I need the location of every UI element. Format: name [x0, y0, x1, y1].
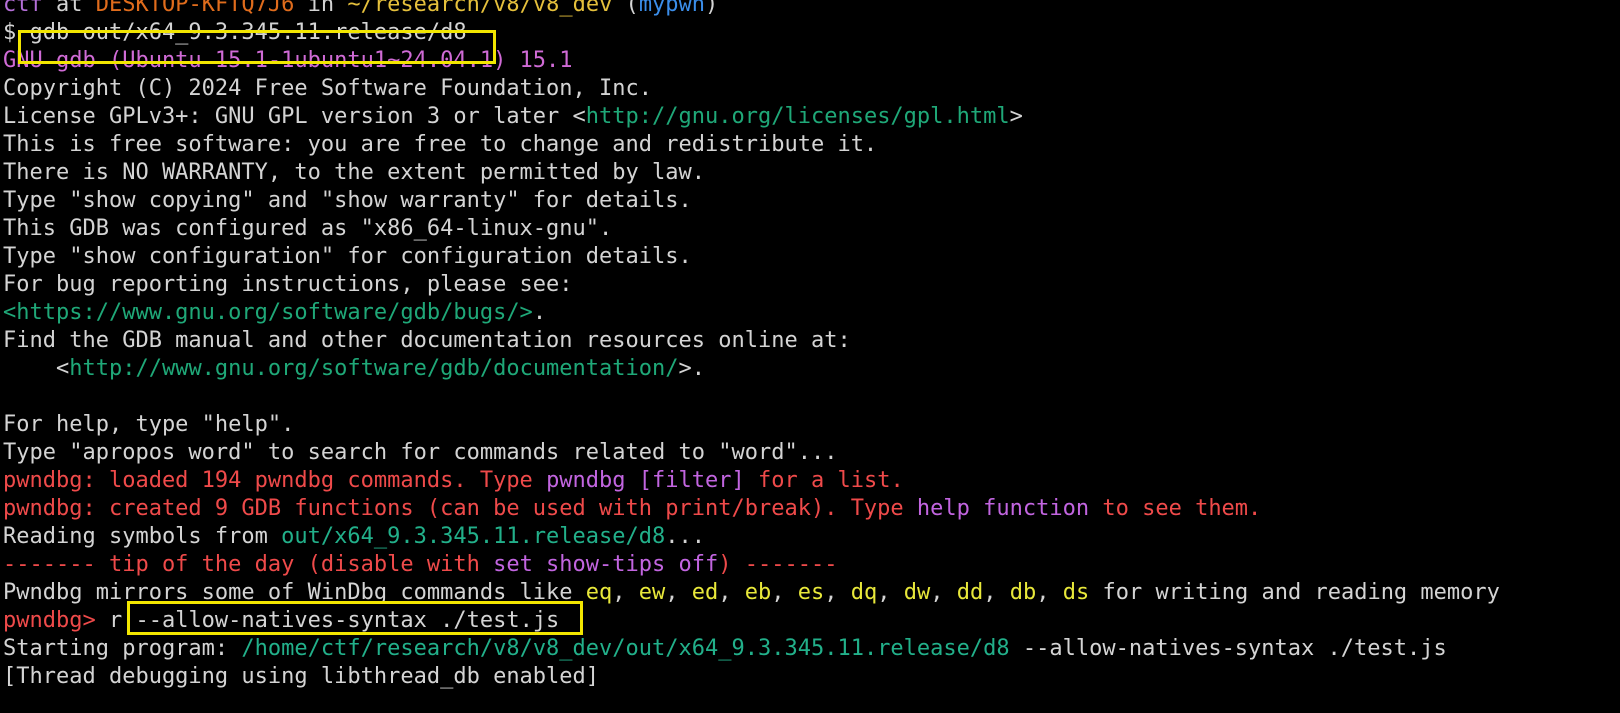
terminal-text-segment: ------- tip of the day (disable with	[3, 552, 494, 577]
terminal-text-segment: dd	[956, 580, 984, 605]
terminal-text-segment: ,	[771, 580, 798, 605]
terminal-text-segment: [Thread debugging using libthread_db ena…	[3, 664, 600, 689]
terminal-text-segment: ed	[691, 580, 719, 605]
terminal-text-segment: for a list.	[744, 468, 904, 493]
terminal-text-segment: ,	[665, 580, 692, 605]
terminal-text-segment: out/x64_9.3.345.11.release/d8	[281, 524, 666, 549]
terminal-text-segment: Starting program:	[3, 636, 242, 661]
terminal-text-segment: http://www.gnu.org/software/gdb/document…	[69, 356, 679, 381]
terminal-line: pwndbg> r --allow-natives-syntax ./test.…	[3, 607, 1620, 635]
terminal-text-segment: ,	[930, 580, 957, 605]
terminal-text-segment: at	[42, 0, 96, 17]
terminal-text-segment: ~/research/v8/v8_dev	[347, 0, 613, 17]
terminal-text-segment: $ gdb out/x64_9.3.345.11.release/d8	[3, 20, 467, 45]
terminal-line: For bug reporting instructions, please s…	[3, 271, 1620, 299]
terminal-line: Type "show configuration" for configurat…	[3, 243, 1620, 271]
terminal-text-segment: This is free software: you are free to c…	[3, 132, 878, 157]
terminal-text-segment: GNU gdb (Ubuntu 15.1-1ubuntu1~24.04.1) 1…	[3, 48, 573, 73]
terminal-line: Find the GDB manual and other documentat…	[3, 327, 1620, 355]
terminal-line: License GPLv3+: GNU GPL version 3 or lat…	[3, 103, 1620, 131]
terminal-line: Type "show copying" and "show warranty" …	[3, 187, 1620, 215]
terminal-line: This GDB was configured as "x86_64-linux…	[3, 215, 1620, 243]
terminal-line: Reading symbols from out/x64_9.3.345.11.…	[3, 523, 1620, 551]
terminal-line: GNU gdb (Ubuntu 15.1-1ubuntu1~24.04.1) 1…	[3, 47, 1620, 75]
terminal-line: $ gdb out/x64_9.3.345.11.release/d8	[3, 19, 1620, 47]
terminal-text-segment: http://gnu.org/licenses/gpl.html	[585, 104, 1010, 129]
terminal-line: For help, type "help".	[3, 411, 1620, 439]
terminal-text-segment: ,	[983, 580, 1010, 605]
terminal-text-segment: ...	[665, 524, 706, 549]
terminal-line: Copyright (C) 2024 Free Software Foundat…	[3, 75, 1620, 103]
terminal-text-segment: ) -------	[718, 552, 838, 577]
terminal-text-segment: ,	[1036, 580, 1063, 605]
terminal-line: pwndbg: created 9 GDB functions (can be …	[3, 495, 1620, 523]
terminal-text-segment: dw	[903, 580, 931, 605]
terminal-text-segment: pwndbg>	[3, 608, 109, 633]
terminal-line: Type "apropos word" to search for comman…	[3, 439, 1620, 467]
terminal-text-segment: Reading symbols from	[3, 524, 282, 549]
terminal-line: Starting program: /home/ctf/research/v8/…	[3, 635, 1620, 663]
terminal-text-segment: /home/ctf/research/v8/v8_dev/out/x64_9.3…	[241, 636, 1010, 661]
terminal-text-segment: DESKTOP-KFTQ7J6	[95, 0, 295, 17]
terminal-text-segment: ,	[824, 580, 851, 605]
terminal-text-segment: <https://www.gnu.org/software/gdb/bugs/>	[3, 300, 533, 325]
terminal-text-segment: .	[532, 300, 547, 325]
terminal-text-segment: ew	[638, 580, 666, 605]
terminal-text-segment: to see them.	[1089, 496, 1262, 521]
terminal-line: [Thread debugging using libthread_db ena…	[3, 663, 1620, 691]
terminal-text-segment: (	[612, 0, 639, 17]
terminal-text-segment: License GPLv3+: GNU GPL version 3 or lat…	[3, 104, 586, 129]
terminal-text-segment: mypwn	[638, 0, 706, 17]
terminal-line: ------- tip of the day (disable with set…	[3, 551, 1620, 579]
terminal-output[interactable]: ctf at DESKTOP-KFTQ7J6 in ~/research/v8/…	[3, 0, 1620, 691]
terminal-text-segment: Type "apropos word" to search for comman…	[3, 440, 838, 465]
terminal-text-segment: r --allow-natives-syntax ./test.js	[108, 608, 560, 633]
terminal-text-segment: es	[797, 580, 825, 605]
terminal-text-segment: For help, type "help".	[3, 412, 295, 437]
terminal-text-segment: ,	[718, 580, 745, 605]
terminal-text-segment: >.	[678, 356, 706, 381]
terminal-text-segment: pwndbg: created 9 GDB functions (can be …	[3, 496, 917, 521]
terminal-text-segment: help function	[916, 496, 1090, 521]
terminal-line: pwndbg: loaded 194 pwndbg commands. Type…	[3, 467, 1620, 495]
terminal-text-segment: pwndbg [filter]	[546, 468, 745, 493]
terminal-line: <http://www.gnu.org/software/gdb/documen…	[3, 355, 1620, 383]
terminal-line: <https://www.gnu.org/software/gdb/bugs/>…	[3, 299, 1620, 327]
terminal-text-segment: db	[1009, 580, 1037, 605]
terminal-text-segment: Pwndbg mirrors some of WinDbg commands l…	[3, 580, 586, 605]
terminal-text-segment: ,	[612, 580, 639, 605]
terminal-text-segment: eb	[744, 580, 772, 605]
terminal-text-segment: dq	[850, 580, 878, 605]
terminal-text-segment: Type "show configuration" for configurat…	[3, 244, 692, 269]
terminal-line: Pwndbg mirrors some of WinDbg commands l…	[3, 579, 1620, 607]
terminal-text-segment: ctf	[3, 0, 43, 17]
terminal-text-segment: <	[3, 356, 70, 381]
terminal-text-segment: For bug reporting instructions, please s…	[3, 272, 573, 297]
terminal-text-segment: This GDB was configured as "x86_64-linux…	[3, 216, 613, 241]
terminal-text-segment: Copyright (C) 2024 Free Software Foundat…	[3, 76, 653, 101]
terminal-text-segment: --allow-natives-syntax ./test.js	[1009, 636, 1447, 661]
terminal-text-segment: for writing and reading memory	[1089, 580, 1500, 605]
terminal-line: There is NO WARRANTY, to the extent perm…	[3, 159, 1620, 187]
terminal-text-segment: )	[705, 0, 719, 17]
terminal-text-segment: Find the GDB manual and other documentat…	[3, 328, 851, 353]
terminal-line: This is free software: you are free to c…	[3, 131, 1620, 159]
terminal-text-segment: set show-tips off	[493, 552, 719, 577]
terminal-text-segment: ds	[1062, 580, 1090, 605]
terminal-line: ctf at DESKTOP-KFTQ7J6 in ~/research/v8/…	[3, 0, 1620, 19]
terminal-text-segment: ,	[877, 580, 904, 605]
terminal-text-segment: eq	[585, 580, 613, 605]
terminal-text-segment: in	[294, 0, 348, 17]
terminal-text-segment: There is NO WARRANTY, to the extent perm…	[3, 160, 705, 185]
terminal-text-segment: pwndbg: loaded 194 pwndbg commands. Type	[3, 468, 547, 493]
terminal-text-segment: >	[1009, 104, 1023, 129]
terminal-text-segment: Type "show copying" and "show warranty" …	[3, 188, 692, 213]
